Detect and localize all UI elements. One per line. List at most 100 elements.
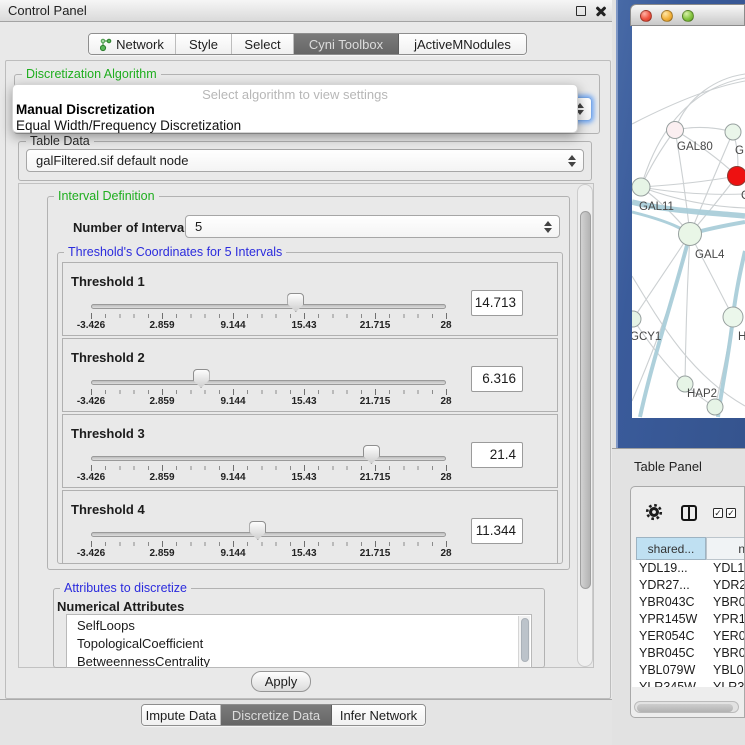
- bottom-tab-bar: Impute Data Discretize Data Infer Network: [141, 704, 426, 726]
- tab-label: jActiveMNodules: [414, 37, 511, 52]
- threshold-value-field[interactable]: 11.344: [471, 518, 523, 544]
- column-header-name[interactable]: n: [706, 537, 745, 560]
- vertical-scrollbar-thumb[interactable]: [580, 211, 591, 589]
- attributes-group-title: Attributes to discretize: [60, 581, 191, 595]
- threshold-value-field[interactable]: 21.4: [471, 442, 523, 468]
- network-node-h[interactable]: [723, 307, 743, 327]
- table-row[interactable]: YBL079WYBL0: [632, 662, 745, 679]
- zoom-light-icon[interactable]: [682, 10, 694, 22]
- slider-tick-label: 9.144: [220, 396, 245, 407]
- network-node[interactable]: [707, 399, 723, 415]
- table-header-row: shared... n: [631, 537, 745, 560]
- network-node-gcy1[interactable]: [632, 311, 641, 327]
- slider-tick-label: 2.859: [149, 320, 174, 331]
- vertical-scrollbar[interactable]: [577, 184, 593, 667]
- slider-tick-label: 2.859: [149, 548, 174, 559]
- slider-major-tick: [446, 465, 447, 471]
- table-cell: YER054C: [639, 628, 695, 645]
- slider-major-tick: [304, 389, 305, 395]
- tab-style[interactable]: Style: [176, 34, 232, 54]
- close-icon[interactable]: [595, 5, 607, 17]
- column-header-shared-name[interactable]: shared...: [636, 537, 706, 560]
- threshold-label: Threshold 4: [71, 502, 145, 517]
- slider-major-tick: [91, 465, 92, 471]
- apply-button[interactable]: Apply: [251, 671, 311, 692]
- horizontal-scrollbar[interactable]: [634, 701, 739, 713]
- table-cell: YBR0: [713, 645, 745, 662]
- tab-impute-data[interactable]: Impute Data: [142, 705, 221, 725]
- network-canvas[interactable]: GAL80G.CGAL11GAL4GCY1HHAP2: [632, 26, 745, 418]
- table-row[interactable]: YDL19...YDL1: [632, 560, 745, 577]
- threshold-slider-thumb[interactable]: [287, 293, 304, 312]
- table-cell: YER0: [713, 628, 745, 645]
- close-light-icon[interactable]: [640, 10, 652, 22]
- attribute-list-item[interactable]: SelfLoops: [77, 617, 135, 635]
- network-node-c[interactable]: [728, 167, 745, 186]
- tab-network[interactable]: Network: [89, 34, 176, 54]
- num-intervals-combo[interactable]: 5: [185, 215, 560, 238]
- node-label: GAL4: [695, 249, 725, 261]
- tab-discretize-data[interactable]: Discretize Data: [221, 705, 332, 725]
- list-scrollbar[interactable]: [518, 616, 530, 667]
- dropdown-option-equal-width[interactable]: Equal Width/Frequency Discretization: [16, 118, 241, 133]
- slider-tick-label: 15.43: [291, 472, 316, 483]
- list-scrollbar-thumb[interactable]: [521, 618, 529, 662]
- tab-select[interactable]: Select: [232, 34, 294, 54]
- network-window-titlebar[interactable]: [630, 4, 745, 26]
- table-row[interactable]: YER054C YER0: [632, 628, 745, 645]
- gear-icon[interactable]: [645, 503, 663, 521]
- table-row[interactable]: YDR27...YDR2: [632, 577, 745, 594]
- threshold-value-field[interactable]: 14.713: [471, 290, 523, 316]
- threshold-slider-thumb[interactable]: [363, 445, 380, 464]
- horizontal-scrollbar-thumb[interactable]: [637, 704, 733, 712]
- attribute-list-item[interactable]: TopologicalCoefficient: [77, 635, 203, 653]
- stepper-arrows-icon: [568, 155, 576, 167]
- network-node-gal11[interactable]: [632, 178, 650, 196]
- threshold-panel-4: Threshold 4 11.344 -3.4262.8599.14415.43…: [62, 490, 558, 564]
- tab-jactivemnodules[interactable]: jActiveMNodules: [399, 34, 526, 54]
- checkbox-icon[interactable]: ✓: [713, 508, 723, 518]
- threshold-label: Threshold 1: [71, 274, 145, 289]
- table-row[interactable]: YPR145WYPR1: [632, 611, 745, 628]
- tab-infer-network[interactable]: Infer Network: [332, 705, 425, 725]
- table-row[interactable]: YBR043CYBR0: [632, 594, 745, 611]
- threshold-slider-track[interactable]: [91, 456, 446, 461]
- top-tab-bar: NetworkStyleSelect Cyni Toolbox jActiveMNo…: [88, 33, 527, 55]
- float-window-icon[interactable]: [576, 6, 586, 16]
- tab-cyni-toolbox[interactable]: Cyni Toolbox: [294, 34, 399, 54]
- table-cell: YDL19...: [639, 560, 688, 577]
- table-row[interactable]: YBR045CYBR0: [632, 645, 745, 662]
- checkbox-icon[interactable]: ✓: [726, 508, 736, 518]
- attribute-list-item[interactable]: BetweennessCentrality: [77, 653, 210, 668]
- slider-tick-label: 9.144: [220, 472, 245, 483]
- threshold-label: Threshold 2: [71, 350, 145, 365]
- slider-tick-label: 21.715: [360, 396, 391, 407]
- tab-label: Cyni Toolbox: [309, 37, 383, 52]
- node-label: C: [741, 190, 745, 202]
- slider-major-tick: [162, 389, 163, 395]
- slider-major-tick: [233, 389, 234, 395]
- threshold-value-field[interactable]: 6.316: [471, 366, 523, 392]
- table-panel-title: Table Panel: [634, 459, 702, 474]
- table-row[interactable]: YLR345WYLR3: [632, 679, 745, 687]
- table-data-combo[interactable]: galFiltered.sif default node: [26, 149, 584, 172]
- threshold-slider-track[interactable]: [91, 304, 446, 309]
- network-node-gal4[interactable]: [679, 223, 702, 246]
- table-cell: YLR3: [713, 679, 744, 687]
- threshold-slider-track[interactable]: [91, 380, 446, 385]
- slider-major-tick: [304, 313, 305, 319]
- slider-major-tick: [446, 313, 447, 319]
- network-node-g[interactable]: [725, 124, 741, 140]
- split-panel-icon[interactable]: [681, 505, 697, 521]
- tab-label: Discretize Data: [232, 708, 320, 723]
- slider-major-tick: [91, 389, 92, 395]
- network-node-gal80[interactable]: [667, 122, 684, 139]
- threshold-slider-thumb[interactable]: [249, 521, 266, 540]
- threshold-slider-thumb[interactable]: [193, 369, 210, 388]
- minimize-light-icon[interactable]: [661, 10, 673, 22]
- node-label: G.: [735, 145, 745, 157]
- dropdown-option-manual[interactable]: Manual Discretization: [16, 102, 155, 117]
- slider-major-tick: [304, 465, 305, 471]
- attributes-list[interactable]: SelfLoopsTopologicalCoefficientBetweenne…: [66, 614, 532, 668]
- threshold-slider-track[interactable]: [91, 532, 446, 537]
